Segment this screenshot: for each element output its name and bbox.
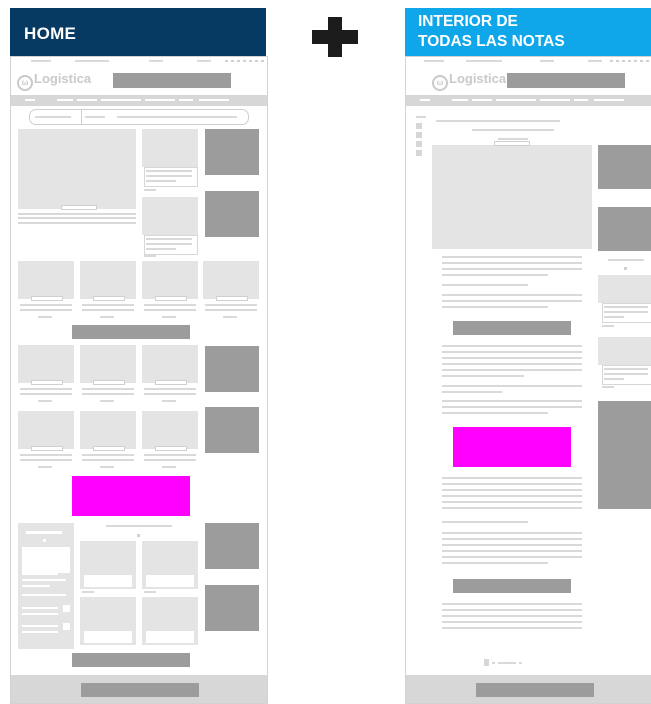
plus-icon-bar xyxy=(312,30,358,44)
share-icon[interactable] xyxy=(416,150,422,156)
interior-title: INTERIOR DE TODAS LAS NOTAS xyxy=(418,13,565,50)
article-image xyxy=(432,145,592,249)
home-logo[interactable]: ω Logistica xyxy=(17,71,91,91)
sidebar-tall-ad xyxy=(598,401,651,509)
sidebar-ad xyxy=(598,145,651,189)
share-icon[interactable] xyxy=(416,132,422,138)
featured-ad-slot xyxy=(72,476,190,516)
logo-mark-icon: ω xyxy=(17,75,33,91)
home-wireframe: ω Logistica xyxy=(10,56,268,704)
pagination-icon[interactable] xyxy=(484,659,489,666)
sidebar-ad xyxy=(598,207,651,251)
side-news-image[interactable] xyxy=(142,129,198,167)
inline-banner-ad xyxy=(453,321,571,335)
hero-image[interactable] xyxy=(18,129,136,209)
share-icon[interactable] xyxy=(416,123,422,129)
interior-header: INTERIOR DE TODAS LAS NOTAS xyxy=(405,8,651,56)
sidebar-ad xyxy=(205,585,259,631)
sidebar-ad xyxy=(205,523,259,569)
home-logo-text: Logistica xyxy=(34,71,92,86)
footer-block xyxy=(476,683,594,697)
leaderboard-ad xyxy=(113,73,231,88)
banner-ad xyxy=(72,653,190,667)
sidebar-ad xyxy=(205,129,259,175)
share-icon[interactable] xyxy=(416,141,422,147)
sidebar-ad xyxy=(205,191,259,237)
interior-wireframe: ω Logistica xyxy=(405,56,651,704)
inline-banner-ad xyxy=(453,579,571,593)
leaderboard-ad xyxy=(507,73,625,88)
footer-block xyxy=(81,683,199,697)
featured-ad-slot xyxy=(453,427,571,467)
side-news-image[interactable] xyxy=(142,197,198,235)
interior-logo[interactable]: ω Logistica xyxy=(432,71,506,91)
interior-logo-text: Logistica xyxy=(449,71,507,86)
banner-ad xyxy=(72,325,190,339)
sidebar-ad xyxy=(205,407,259,453)
logo-mark-icon: ω xyxy=(432,75,448,91)
home-header: HOME xyxy=(10,8,266,56)
sidebar-ad xyxy=(205,346,259,392)
home-title: HOME xyxy=(24,24,77,43)
